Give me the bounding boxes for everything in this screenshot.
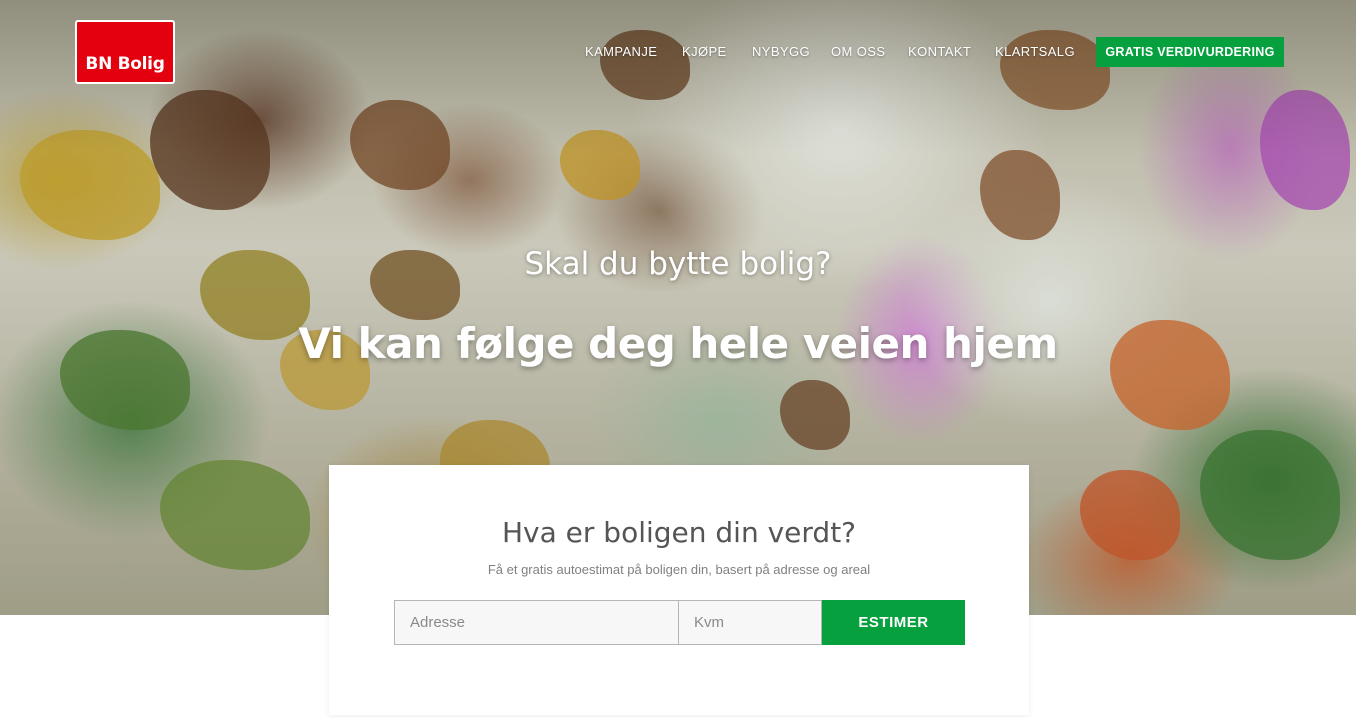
nav-item-kampanje[interactable]: KAMPANJE [585, 44, 657, 59]
valuation-card: Hva er boligen din verdt? Få et gratis a… [329, 465, 1029, 715]
valuation-subtitle: Få et gratis autoestimat på boligen din,… [487, 562, 871, 577]
valuation-title: Hva er boligen din verdt? [501, 516, 857, 549]
estimate-button[interactable]: ESTIMER [822, 600, 965, 645]
nav-item-klartsalg[interactable]: KLARTSALG [995, 44, 1075, 59]
hero-title: Vi kan følge deg hele veien hjem [298, 319, 1058, 368]
nav-item-kjope[interactable]: KJØPE [682, 44, 727, 59]
nav-item-om-oss[interactable]: OM OSS [831, 44, 885, 59]
hero-subtitle: Skal du bytte bolig? [524, 246, 832, 282]
nav-item-kontakt[interactable]: KONTAKT [908, 44, 971, 59]
area-input[interactable] [678, 600, 822, 645]
nav-item-nybygg[interactable]: NYBYGG [752, 44, 810, 59]
free-valuation-button[interactable]: GRATIS VERDIVURDERING [1096, 37, 1284, 67]
address-input[interactable] [394, 600, 679, 645]
